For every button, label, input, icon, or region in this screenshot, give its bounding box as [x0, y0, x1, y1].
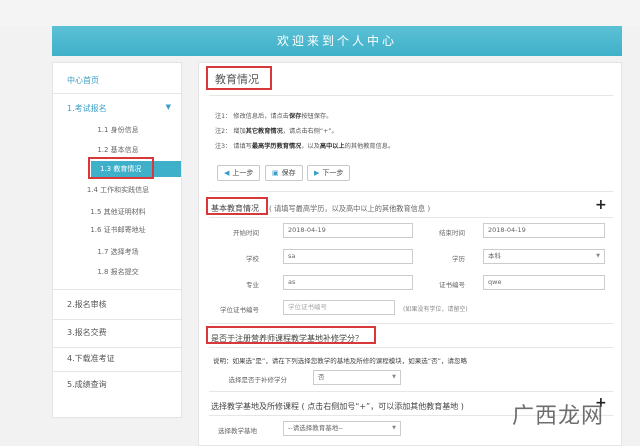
divider	[53, 289, 181, 290]
page: 欢迎来到个人中心 中心首页 1.考试报名 ▼ 1.1 身份信息 1.2 基本信息…	[0, 0, 640, 446]
sidebar-subitem-submit[interactable]: 1.8 报名提交	[53, 267, 183, 277]
sidebar-subitem-identity[interactable]: 1.1 身份信息	[53, 125, 183, 135]
school-input[interactable]: sa	[283, 249, 413, 264]
note-1: 注1： 修改信息后，请点击保存按钮保存。	[215, 113, 333, 120]
sidebar-subitem-exam-site[interactable]: 1.7 选择考场	[53, 247, 183, 257]
sidebar-item-review[interactable]: 2.报名审核	[67, 299, 107, 310]
sidebar-subitem-work[interactable]: 1.4 工作和实践信息	[53, 185, 183, 195]
divider	[209, 347, 613, 348]
divider	[209, 95, 613, 96]
chevron-down-icon: ▼	[392, 425, 396, 431]
add-education-icon[interactable]: +	[595, 197, 607, 213]
degree-number-hint: (如果没有学位，请留空)	[403, 306, 468, 313]
next-step-button[interactable]: ▶ 下一步	[307, 165, 351, 181]
base-credits-description: 说明：如果选“是”，请在下列选择您教学的基地及所修的课程模块，如果选“否”，请忽…	[213, 357, 467, 365]
divider	[53, 371, 181, 372]
arrow-left-icon: ◀	[224, 169, 230, 177]
highlight-box	[206, 326, 376, 344]
arrow-right-icon: ▶	[314, 169, 320, 177]
certificate-number-input[interactable]: qwe	[483, 275, 605, 290]
degree-number-input[interactable]: 学位证书编号	[283, 300, 395, 315]
watermark: 广西龙网	[512, 404, 605, 429]
divider	[209, 191, 613, 192]
certificate-number-label: 证书编号	[439, 281, 465, 289]
divider	[209, 217, 613, 218]
end-date-label: 结束时间	[439, 229, 465, 237]
highlight-box	[206, 197, 268, 215]
divider	[53, 347, 181, 348]
highlight-box	[88, 157, 154, 179]
degree-number-label: 学位证书编号	[220, 306, 259, 314]
note-3: 注3： 请填写最高学历教育情况，以及高中以上的其他教育信息。	[215, 143, 395, 150]
chevron-down-icon: ▼	[392, 374, 396, 380]
main-panel: 教育情况 注1： 修改信息后，请点击保存按钮保存。 注2： 增加其它教育情况，请…	[198, 62, 622, 446]
top-band	[0, 0, 640, 26]
sidebar-item-registration[interactable]: 1.考试报名	[67, 103, 107, 114]
note-2: 注2： 增加其它教育情况，请点击右侧“+”。	[215, 128, 338, 135]
education-level-select[interactable]: 本科 ▼	[483, 249, 605, 264]
divider	[209, 391, 613, 392]
sidebar-subitem-mailing-address[interactable]: 1.6 证书邮寄地址	[53, 225, 183, 235]
major-input[interactable]: as	[283, 275, 413, 290]
sidebar-item-scores[interactable]: 5.成绩查询	[67, 379, 107, 390]
sidebar-item-home[interactable]: 中心首页	[67, 75, 99, 86]
course-selection-title: 选择教学基地及所修课程 ( 点击右侧加号“+”，可以添加其他教育基地 )	[211, 402, 464, 411]
sidebar-item-admission-ticket[interactable]: 4.下载准考证	[67, 353, 115, 364]
make-up-credits-select[interactable]: 否 ▼	[313, 370, 401, 385]
teaching-base-select[interactable]: --请选择教育基地-- ▼	[283, 421, 401, 436]
save-icon: ▣	[272, 169, 279, 177]
sidebar: 中心首页 1.考试报名 ▼ 1.1 身份信息 1.2 基本信息 1.3 教育情况…	[52, 62, 182, 418]
make-up-credits-label: 选择是否于补修学分	[228, 376, 288, 384]
page-banner: 欢迎来到个人中心	[52, 26, 622, 56]
divider	[53, 93, 181, 94]
start-date-input[interactable]: 2018-04-19	[283, 223, 413, 238]
sidebar-subitem-other-docs[interactable]: 1.5 其他证明材料	[53, 207, 183, 217]
start-date-label: 开始时间	[233, 229, 259, 237]
basic-education-hint: ( 请填写最高学历，以及高中以上的其他教育信息 )	[269, 204, 431, 213]
major-label: 专业	[246, 281, 259, 289]
chevron-down-icon[interactable]: ▼	[166, 103, 171, 111]
divider	[53, 319, 181, 320]
divider	[209, 323, 613, 324]
end-date-input[interactable]: 2018-04-19	[483, 223, 605, 238]
save-button[interactable]: ▣ 保存	[265, 165, 303, 181]
prev-step-button[interactable]: ◀ 上一步	[217, 165, 261, 181]
sidebar-item-payment[interactable]: 3.报名交费	[67, 327, 107, 338]
highlight-box	[206, 66, 272, 90]
education-level-label: 学历	[452, 255, 465, 263]
teaching-base-label: 选择教学基地	[218, 427, 257, 435]
chevron-down-icon: ▼	[596, 253, 600, 259]
school-label: 学校	[246, 255, 259, 263]
sidebar-subitem-basic-info[interactable]: 1.2 基本信息	[53, 145, 183, 155]
